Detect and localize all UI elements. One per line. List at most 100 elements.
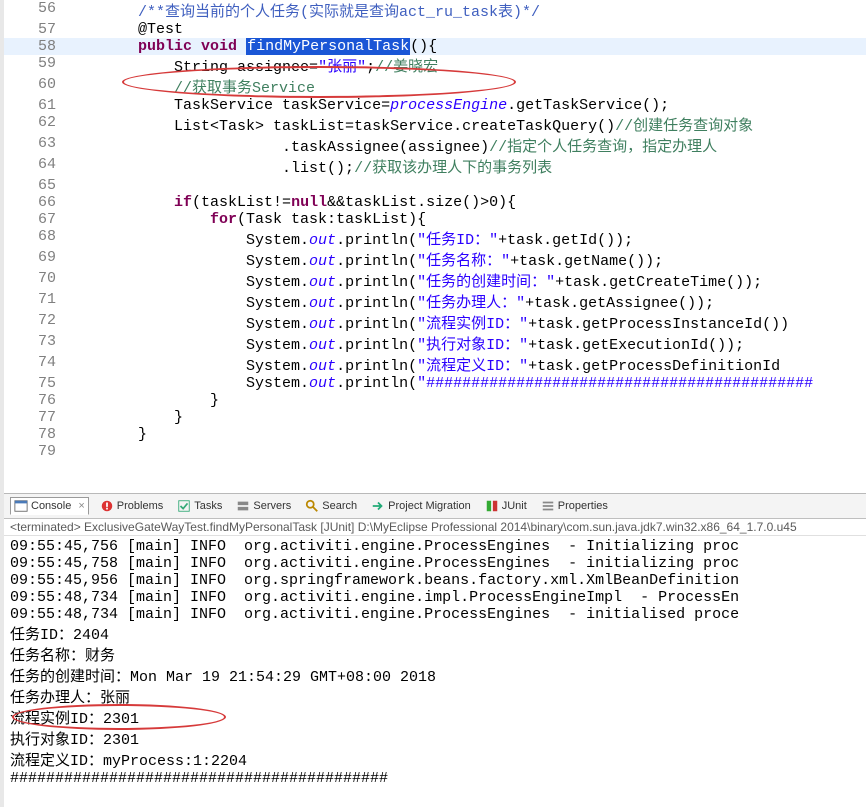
code-text[interactable]: .taskAssignee(assignee)//指定个人任务查询，指定办理人 xyxy=(66,135,866,156)
code-line[interactable]: 67 for(Task task:taskList){ xyxy=(4,211,866,228)
code-line[interactable]: 62 List<Task> taskList=taskService.creat… xyxy=(4,114,866,135)
search-icon xyxy=(305,499,319,513)
code-line[interactable]: 73 System.out.println("执行对象ID："+task.get… xyxy=(4,333,866,354)
code-text[interactable]: if(taskList!=null&&taskList.size()>0){ xyxy=(66,194,866,211)
code-text[interactable]: //获取事务Service xyxy=(66,76,866,97)
code-line[interactable]: 66 if(taskList!=null&&taskList.size()>0)… xyxy=(4,194,866,211)
line-number: 64 xyxy=(4,156,66,173)
code-line[interactable]: 59 String assignee="张丽";//姜晓宏 xyxy=(4,55,866,76)
view-tab-search[interactable]: Search xyxy=(302,498,360,514)
tab-label: JUnit xyxy=(502,500,527,512)
code-text[interactable]: System.out.println("流程定义ID："+task.getPro… xyxy=(66,354,866,375)
code-line[interactable]: 72 System.out.println("流程实例ID："+task.get… xyxy=(4,312,866,333)
console-icon xyxy=(14,499,28,513)
code-text[interactable]: } xyxy=(66,409,866,426)
close-icon[interactable]: × xyxy=(78,500,84,512)
code-line[interactable]: 79 xyxy=(4,443,866,460)
code-text[interactable]: System.out.println("任务办理人："+task.getAssi… xyxy=(66,291,866,312)
tab-label: Servers xyxy=(253,500,291,512)
code-text[interactable]: List<Task> taskList=taskService.createTa… xyxy=(66,114,866,135)
code-text[interactable]: System.out.println("执行对象ID："+task.getExe… xyxy=(66,333,866,354)
views-tabbar: Console × Problems Tasks Servers Search Projec… xyxy=(4,494,866,519)
view-tab-servers[interactable]: Servers xyxy=(233,498,294,514)
line-number: 75 xyxy=(4,375,66,392)
line-number: 67 xyxy=(4,211,66,228)
code-text[interactable]: TaskService taskService=processEngine.ge… xyxy=(66,97,866,114)
code-text[interactable]: /**查询当前的个人任务(实际就是查询act_ru_task表)*/ xyxy=(66,0,866,21)
view-tab-junit[interactable]: JUnit xyxy=(482,498,530,514)
junit-icon xyxy=(485,499,499,513)
code-text[interactable]: System.out.println("任务的创建时间："+task.getCr… xyxy=(66,270,866,291)
tab-label: Console xyxy=(31,500,71,512)
tab-label: Properties xyxy=(558,500,608,512)
code-line[interactable]: 76 } xyxy=(4,392,866,409)
tab-label: Tasks xyxy=(194,500,222,512)
line-number: 68 xyxy=(4,228,66,245)
line-number: 73 xyxy=(4,333,66,350)
code-line[interactable]: 68 System.out.println("任务ID："+task.getId… xyxy=(4,228,866,249)
code-line[interactable]: 56 /**查询当前的个人任务(实际就是查询act_ru_task表)*/ xyxy=(4,0,866,21)
line-number: 62 xyxy=(4,114,66,131)
line-number: 57 xyxy=(4,21,66,38)
code-text[interactable]: System.out.println("流程实例ID："+task.getPro… xyxy=(66,312,866,333)
code-line[interactable]: 78 } xyxy=(4,426,866,443)
code-line[interactable]: 60 //获取事务Service xyxy=(4,76,866,97)
line-number: 63 xyxy=(4,135,66,152)
code-line[interactable]: 74 System.out.println("流程定义ID："+task.get… xyxy=(4,354,866,375)
view-tab-project-migration[interactable]: Project Migration xyxy=(368,498,474,514)
line-number: 71 xyxy=(4,291,66,308)
line-number: 76 xyxy=(4,392,66,409)
code-line[interactable]: 77 } xyxy=(4,409,866,426)
code-line[interactable]: 75 System.out.println("#################… xyxy=(4,375,866,392)
line-number: 79 xyxy=(4,443,66,460)
view-tab-tasks[interactable]: Tasks xyxy=(174,498,225,514)
line-number: 78 xyxy=(4,426,66,443)
migration-icon xyxy=(371,499,385,513)
tab-label: Problems xyxy=(117,500,163,512)
line-number: 58 xyxy=(4,38,66,55)
code-text[interactable] xyxy=(66,177,866,194)
code-line[interactable]: 57 @Test xyxy=(4,21,866,38)
code-line[interactable]: 61 TaskService taskService=processEngine… xyxy=(4,97,866,114)
line-number: 60 xyxy=(4,76,66,93)
code-line[interactable]: 70 System.out.println("任务的创建时间："+task.ge… xyxy=(4,270,866,291)
code-line[interactable]: 64 .list();//获取该办理人下的事务列表 xyxy=(4,156,866,177)
code-text[interactable]: } xyxy=(66,392,866,409)
console-output[interactable]: 09:55:45,756 [main] INFO org.activiti.en… xyxy=(4,536,866,789)
code-text[interactable]: .list();//获取该办理人下的事务列表 xyxy=(66,156,866,177)
view-tab-problems[interactable]: Problems xyxy=(97,498,166,514)
code-text[interactable]: public void findMyPersonalTask(){ xyxy=(66,38,866,55)
line-number: 65 xyxy=(4,177,66,194)
line-number: 69 xyxy=(4,249,66,266)
tasks-icon xyxy=(177,499,191,513)
view-tab-properties[interactable]: Properties xyxy=(538,498,611,514)
tab-label: Project Migration xyxy=(388,500,471,512)
code-line[interactable]: 69 System.out.println("任务名称："+task.getNa… xyxy=(4,249,866,270)
properties-icon xyxy=(541,499,555,513)
code-text[interactable]: System.out.println("####################… xyxy=(66,375,866,392)
line-number: 70 xyxy=(4,270,66,287)
code-text[interactable]: System.out.println("任务名称："+task.getName(… xyxy=(66,249,866,270)
line-number: 66 xyxy=(4,194,66,211)
line-number: 74 xyxy=(4,354,66,371)
code-text[interactable]: @Test xyxy=(66,21,866,38)
line-number: 77 xyxy=(4,409,66,426)
line-number: 59 xyxy=(4,55,66,72)
servers-icon xyxy=(236,499,250,513)
code-text[interactable]: String assignee="张丽";//姜晓宏 xyxy=(66,55,866,76)
tab-label: Search xyxy=(322,500,357,512)
line-number: 72 xyxy=(4,312,66,329)
problems-icon xyxy=(100,499,114,513)
code-line[interactable]: 63 .taskAssignee(assignee)//指定个人任务查询，指定办… xyxy=(4,135,866,156)
code-line[interactable]: 65 xyxy=(4,177,866,194)
line-number: 56 xyxy=(4,0,66,17)
code-text[interactable]: } xyxy=(66,426,866,443)
code-text[interactable]: System.out.println("任务ID："+task.getId())… xyxy=(66,228,866,249)
code-text[interactable]: for(Task task:taskList){ xyxy=(66,211,866,228)
view-tab-console[interactable]: Console × xyxy=(10,497,89,515)
console-status: <terminated> ExclusiveGateWayTest.findMy… xyxy=(4,519,866,536)
line-number: 61 xyxy=(4,97,66,114)
code-editor[interactable]: 56 /**查询当前的个人任务(实际就是查询act_ru_task表)*/57 … xyxy=(4,0,866,494)
code-line[interactable]: 71 System.out.println("任务办理人："+task.getA… xyxy=(4,291,866,312)
code-line[interactable]: 58 public void findMyPersonalTask(){ xyxy=(4,38,866,55)
